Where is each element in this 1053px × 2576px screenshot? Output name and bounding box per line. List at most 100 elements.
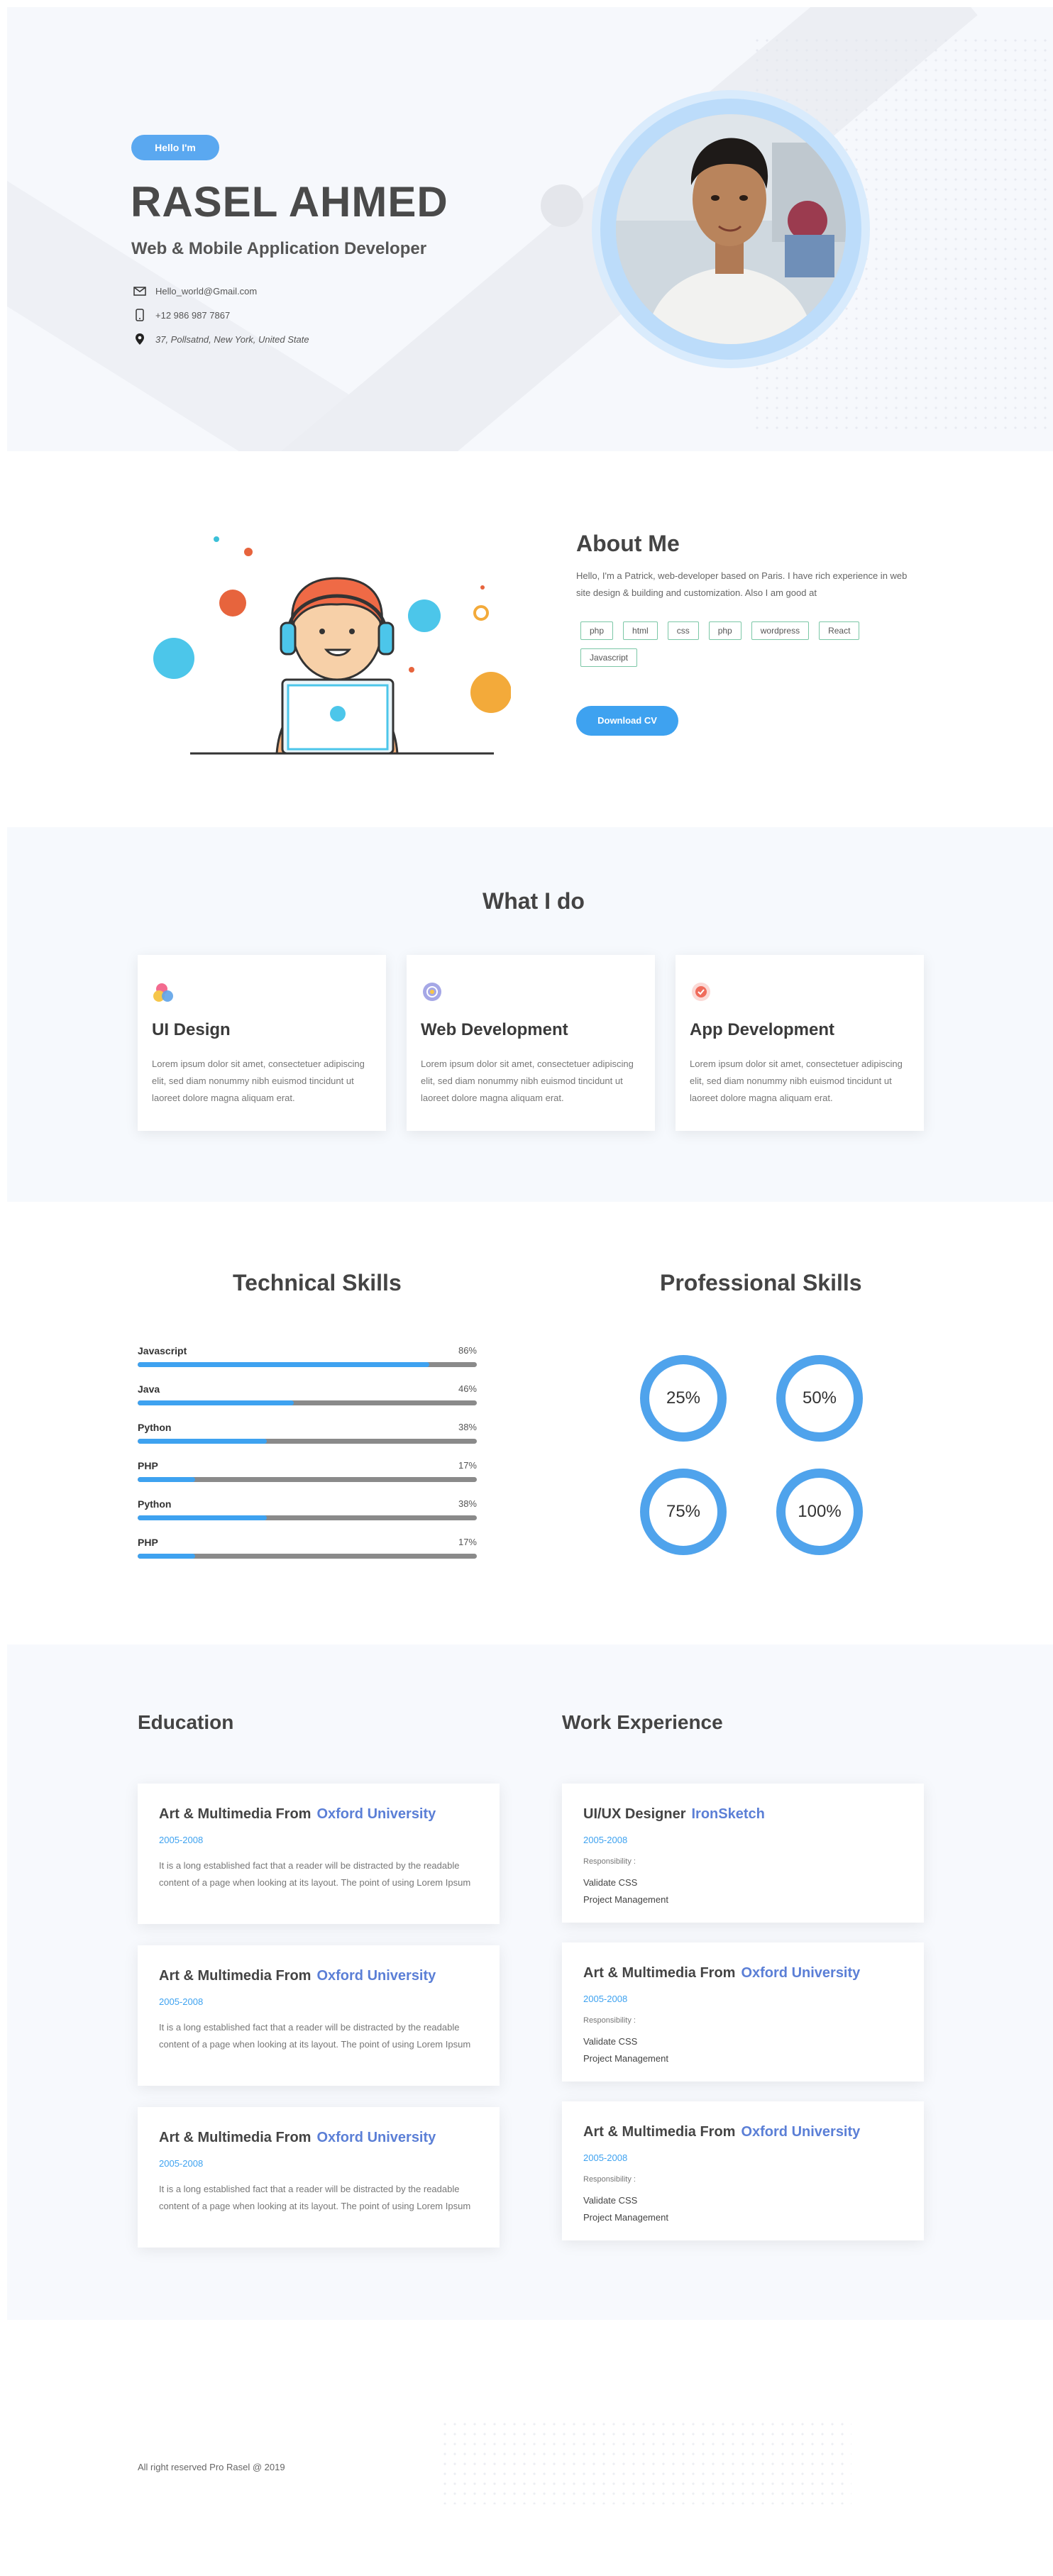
professional-skills-title: Professional Skills (660, 1270, 862, 1295)
skill-bar-track (138, 1362, 477, 1367)
skill-tag[interactable]: php (580, 621, 614, 640)
contact-address-text: 37, Pollsatnd, New York, United State (155, 333, 309, 345)
palette-icon (152, 980, 177, 1006)
service-text: Lorem ipsum dolor sit amet, consectetuer… (152, 1058, 365, 1103)
hero-name: RASEL AHMED (131, 178, 448, 226)
work-card[interactable]: UI/UX Designer IronSketch 2005-2008 Respo… (562, 1784, 924, 1923)
hello-badge: Hello I'm (131, 135, 219, 160)
responsibility-item: Project Management (583, 2212, 668, 2223)
education-institution-link[interactable]: Oxford University (316, 2130, 436, 2145)
responsibility-item: Validate CSS (583, 2036, 638, 2047)
work-years: 2005-2008 (583, 1994, 628, 2004)
education-degree: Art & Multimedia From (159, 2130, 312, 2145)
education-years: 2005-2008 (159, 1996, 204, 2007)
skill-bar-label: Python (138, 1422, 172, 1433)
work-company-link[interactable]: Oxford University (741, 2124, 860, 2140)
work-card[interactable]: Art & Multimedia From Oxford University 2… (562, 2101, 924, 2240)
skill-circle: 75% (640, 1469, 727, 1555)
skill-bar-percent: 38% (458, 1498, 477, 1509)
work-experience-title: Work Experience (562, 1711, 723, 1733)
education-heading: Art & Multimedia From Oxford University (159, 2130, 436, 2146)
education-heading: Art & Multimedia From Oxford University (159, 1968, 436, 1984)
education-text: It is a long established fact that a rea… (159, 1860, 471, 1888)
skill-bar-label: Javascript (138, 1345, 187, 1356)
work-company-link[interactable]: Oxford University (741, 1965, 860, 1981)
education-years: 2005-2008 (159, 2158, 204, 2169)
contact-email[interactable]: Hello_world@Gmail.com (131, 282, 257, 299)
skill-tag[interactable]: React (819, 621, 860, 640)
education-card[interactable]: Art & Multimedia From Oxford University 2… (138, 1784, 500, 1924)
work-heading: Art & Multimedia From Oxford University (583, 1965, 860, 1981)
skill-bar-fill (138, 1400, 294, 1405)
skill-bar-percent: 17% (458, 1537, 477, 1547)
education-title: Education (138, 1711, 234, 1733)
service-card-ui-design[interactable]: UI Design Lorem ipsum dolor sit amet, co… (138, 955, 386, 1131)
skill-bar-track (138, 1554, 477, 1559)
service-title: Web Development (421, 1020, 568, 1039)
hero-logo-mark (541, 184, 583, 227)
skill-tag[interactable]: html (623, 621, 658, 640)
about-title: About Me (576, 531, 680, 556)
skill-bar-label: Python (138, 1498, 172, 1510)
skill-tag[interactable]: Javascript (580, 648, 638, 667)
skill-circle: 50% (776, 1355, 863, 1442)
phone-icon (131, 309, 148, 321)
contact-phone[interactable]: +12 986 987 7867 (131, 306, 230, 324)
contact-phone-text: +12 986 987 7867 (155, 309, 231, 321)
education-text: It is a long established fact that a rea… (159, 2022, 471, 2050)
education-institution-link[interactable]: Oxford University (316, 1806, 436, 1822)
education-degree: Art & Multimedia From (159, 1968, 312, 1984)
skill-bar-track (138, 1515, 477, 1520)
work-role: UI/UX Designer (583, 1806, 686, 1822)
work-card[interactable]: Art & Multimedia From Oxford University 2… (562, 1942, 924, 2082)
footer-copyright: All right reserved Pro Rasel @ 2019 (138, 2462, 285, 2472)
responsibility-label: Responsibility : (583, 2175, 636, 2184)
technical-skills-title: Technical Skills (233, 1270, 402, 1295)
skill-circle: 100% (776, 1469, 863, 1555)
education-text: It is a long established fact that a rea… (159, 2184, 471, 2211)
hero-section (7, 7, 1053, 451)
skill-bar-fill (138, 1554, 196, 1559)
service-title: UI Design (152, 1020, 231, 1039)
responsibility-item: Validate CSS (583, 2195, 638, 2206)
education-institution-link[interactable]: Oxford University (316, 1968, 436, 1984)
skill-bar-percent: 46% (458, 1383, 477, 1394)
service-card-app-development[interactable]: App Development Lorem ipsum dolor sit am… (676, 955, 924, 1131)
skill-tag[interactable]: php (708, 621, 741, 640)
skill-tag[interactable]: css (667, 621, 699, 640)
hero-role: Web & Mobile Application Developer (131, 239, 427, 258)
skill-bar-track (138, 1439, 477, 1444)
service-text: Lorem ipsum dolor sit amet, consectetuer… (690, 1058, 903, 1103)
skill-bar-track (138, 1477, 477, 1482)
work-heading: Art & Multimedia From Oxford University (583, 2124, 860, 2140)
education-card[interactable]: Art & Multimedia From Oxford University 2… (138, 1945, 500, 2086)
skill-bar-label: PHP (138, 1537, 158, 1548)
work-company-link[interactable]: IronSketch (691, 1806, 764, 1822)
profile-photo (616, 114, 846, 344)
skill-bar-fill (138, 1477, 196, 1482)
work-role: Art & Multimedia From (583, 2124, 736, 2140)
skill-bar-percent: 38% (458, 1422, 477, 1432)
education-card[interactable]: Art & Multimedia From Oxford University 2… (138, 2107, 500, 2248)
contact-address: 37, Pollsatnd, New York, United State (131, 331, 309, 348)
skill-tag[interactable]: wordpress (751, 621, 810, 640)
work-role: Art & Multimedia From (583, 1965, 736, 1981)
skill-tags: php html css php wordpress React Javascr… (580, 621, 907, 667)
skill-bar-percent: 86% (458, 1345, 477, 1356)
skill-bar-label: PHP (138, 1460, 158, 1471)
developer-illustration (142, 525, 512, 766)
services-title: What I do (483, 888, 585, 914)
skill-bar-fill (138, 1515, 267, 1520)
mail-icon (131, 286, 148, 296)
service-card-web-development[interactable]: Web Development Lorem ipsum dolor sit am… (407, 955, 655, 1131)
globe-icon (421, 980, 446, 1006)
responsibility-item: Validate CSS (583, 1877, 638, 1888)
service-title: App Development (690, 1020, 835, 1039)
work-heading: UI/UX Designer IronSketch (583, 1806, 765, 1823)
location-pin-icon (131, 333, 148, 346)
skill-bar-percent: 17% (458, 1460, 477, 1471)
download-cv-button[interactable]: Download CV (576, 706, 678, 736)
responsibility-item: Project Management (583, 1894, 668, 1905)
skill-bar-fill (138, 1362, 430, 1367)
responsibility-label: Responsibility : (583, 2016, 636, 2025)
